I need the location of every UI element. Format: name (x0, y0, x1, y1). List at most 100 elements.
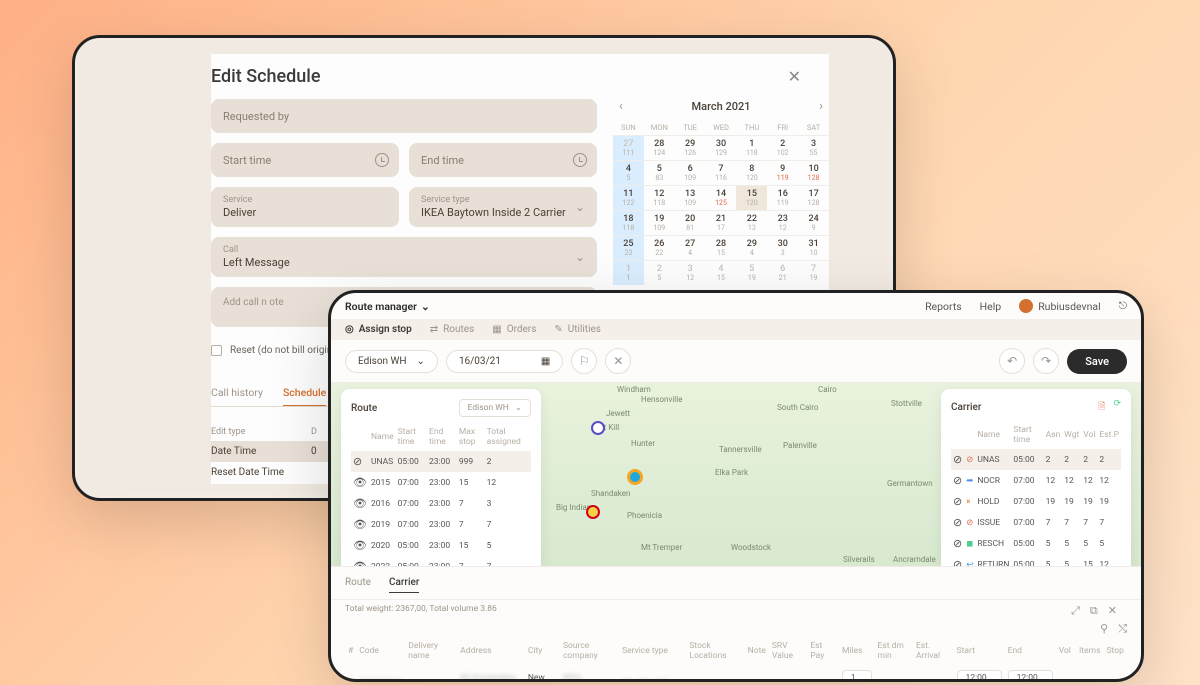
map-pin[interactable] (591, 421, 605, 435)
filter-button[interactable]: ⚐ (571, 348, 597, 374)
refresh-icon[interactable]: ⟳ (1113, 399, 1121, 415)
grid-header[interactable]: Items (1076, 636, 1103, 666)
grid-header[interactable]: Code (356, 636, 405, 666)
calendar-day[interactable]: 312 (675, 260, 706, 285)
tab-carrier[interactable]: Carrier (389, 573, 419, 593)
user-menu[interactable]: Rubiusdevnal (1019, 299, 1101, 313)
add-icon[interactable]: 🗎 (1098, 399, 1105, 415)
filter-icon[interactable]: ⚲ (1100, 622, 1108, 636)
calendar-day[interactable]: 621 (767, 260, 798, 285)
calendar-day[interactable]: 19109 (644, 210, 675, 235)
carrier-row[interactable]: ⊘↩RETURN05:00551512 (951, 554, 1121, 567)
shuffle-icon[interactable]: ⤭ (1118, 622, 1127, 636)
calendar-day[interactable]: 10128 (798, 160, 829, 185)
carrier-row[interactable]: ⊘⏸HOLD07:0019191919 (951, 491, 1121, 512)
grid-header[interactable]: Est dm min (875, 636, 913, 666)
undo-button[interactable]: ↶ (999, 348, 1025, 374)
calendar-day[interactable]: 519 (736, 260, 767, 285)
start-time-field[interactable]: Start time (211, 143, 399, 177)
tab-utilities[interactable]: ✎Utilities (554, 324, 601, 335)
tab-call-history[interactable]: Call history (211, 380, 263, 406)
calendar-day[interactable]: 583 (644, 160, 675, 185)
route-row[interactable]: 👁201507:0023:001512 (351, 472, 531, 493)
calendar-day[interactable]: 11122 (613, 185, 644, 210)
calendar-day[interactable]: 13109 (675, 185, 706, 210)
clear-button[interactable]: ✕ (605, 348, 631, 374)
calendar-day[interactable]: 12118 (644, 185, 675, 210)
calendar-day[interactable]: 9119 (767, 160, 798, 185)
grid-header[interactable]: Source company (560, 636, 619, 666)
help-link[interactable]: Help (980, 300, 1002, 313)
close-icon[interactable]: ✕ (1108, 604, 1117, 618)
grid-header[interactable]: Address (457, 636, 525, 666)
date-select[interactable]: 16/03/21▦ (446, 350, 563, 373)
reports-link[interactable]: Reports (925, 300, 962, 313)
calendar-day[interactable]: 30129 (706, 135, 737, 160)
save-button[interactable]: Save (1067, 349, 1127, 374)
next-month-icon[interactable]: › (819, 99, 823, 114)
grid-header[interactable]: Stock Locations (686, 636, 744, 666)
expand-icon[interactable]: ⤢ (1071, 604, 1080, 618)
calendar-day[interactable]: 16119 (767, 185, 798, 210)
calendar-day[interactable]: 2213 (736, 210, 767, 235)
grid-header[interactable]: End (1005, 636, 1056, 666)
open-icon[interactable]: ⧉ (1090, 604, 1098, 618)
calendar-day[interactable]: 249 (798, 210, 829, 235)
calendar-day[interactable]: 2312 (767, 210, 798, 235)
carrier-row[interactable]: ⊘➦NOCR07:0012121212 (951, 470, 1121, 491)
calendar-day[interactable]: 28124 (644, 135, 675, 160)
prev-month-icon[interactable]: ‹ (619, 99, 623, 114)
carrier-row[interactable]: ⊘⊘UNAS05:002222 (951, 449, 1121, 470)
calendar-day[interactable]: 355 (798, 135, 829, 160)
grid-header[interactable]: # (345, 636, 356, 666)
requested-by-field[interactable]: Requested by (211, 99, 597, 133)
grid-header[interactable]: SRV Value (769, 636, 807, 666)
app-title[interactable]: Route manager ⌄ (345, 300, 430, 313)
calendar-day[interactable]: 6109 (675, 160, 706, 185)
carrier-row[interactable]: ⊘⊘ISSUE07:007777 (951, 512, 1121, 533)
calendar-day[interactable]: 17128 (798, 185, 829, 210)
calendar-day[interactable]: 18118 (613, 210, 644, 235)
grid-header[interactable]: Miles (839, 636, 875, 666)
close-icon[interactable]: ✕ (788, 67, 801, 86)
grid-header[interactable]: Est. Arrival (913, 636, 954, 666)
carrier-row[interactable]: ⊘◼RESCH05:005555 (951, 533, 1121, 554)
map[interactable]: WindhamHensonvilleJewettHunterTannersvil… (331, 382, 1141, 567)
grid-header[interactable]: City (525, 636, 560, 666)
map-pin[interactable] (586, 505, 600, 519)
calendar-day[interactable]: 2523 (613, 235, 644, 260)
calendar-day[interactable]: 274 (675, 235, 706, 260)
grid-header[interactable]: Delivery name (405, 636, 457, 666)
grid-header[interactable]: Est Pay (807, 636, 839, 666)
calendar-day[interactable]: 8120 (736, 160, 767, 185)
logout-icon[interactable]: ⎋ (1119, 299, 1127, 313)
redo-button[interactable]: ↷ (1033, 348, 1059, 374)
calendar-day[interactable]: 719 (798, 260, 829, 285)
route-row[interactable]: 👁202205:0023:0077 (351, 556, 531, 567)
calendar-day[interactable]: 294 (736, 235, 767, 260)
calendar-day[interactable]: 27111 (613, 135, 644, 160)
tab-orders[interactable]: ▦Orders (492, 324, 536, 335)
calendar-day[interactable]: 11 (613, 260, 644, 285)
route-row[interactable]: 👁201607:0023:0073 (351, 493, 531, 514)
grid-header[interactable]: Vol (1056, 636, 1076, 666)
end-time-field[interactable]: End time (409, 143, 597, 177)
calendar-day[interactable]: 45 (613, 160, 644, 185)
warehouse-select[interactable]: Edison WH⌄ (345, 350, 438, 373)
tab-routes[interactable]: ⇄Routes (430, 324, 475, 335)
map-pin[interactable] (627, 469, 643, 485)
grid-header[interactable]: Note (745, 636, 769, 666)
calendar-day[interactable]: 15120 (736, 185, 767, 210)
service-field[interactable]: ServiceDeliver (211, 187, 399, 227)
calendar-day[interactable]: 2622 (644, 235, 675, 260)
route-row[interactable]: ⊘UNAS05:0023:009992 (351, 451, 531, 472)
calendar-day[interactable]: 2102 (767, 135, 798, 160)
tab-route[interactable]: Route (345, 573, 371, 593)
route-row[interactable]: 👁201907:0023:0077 (351, 514, 531, 535)
calendar-day[interactable]: 303 (767, 235, 798, 260)
calendar-day[interactable]: 2815 (706, 235, 737, 260)
call-field[interactable]: CallLeft Message⌄ (211, 237, 597, 277)
calendar-day[interactable]: 415 (706, 260, 737, 285)
calendar-day[interactable]: 3110 (798, 235, 829, 260)
calendar-day[interactable]: 25 (644, 260, 675, 285)
